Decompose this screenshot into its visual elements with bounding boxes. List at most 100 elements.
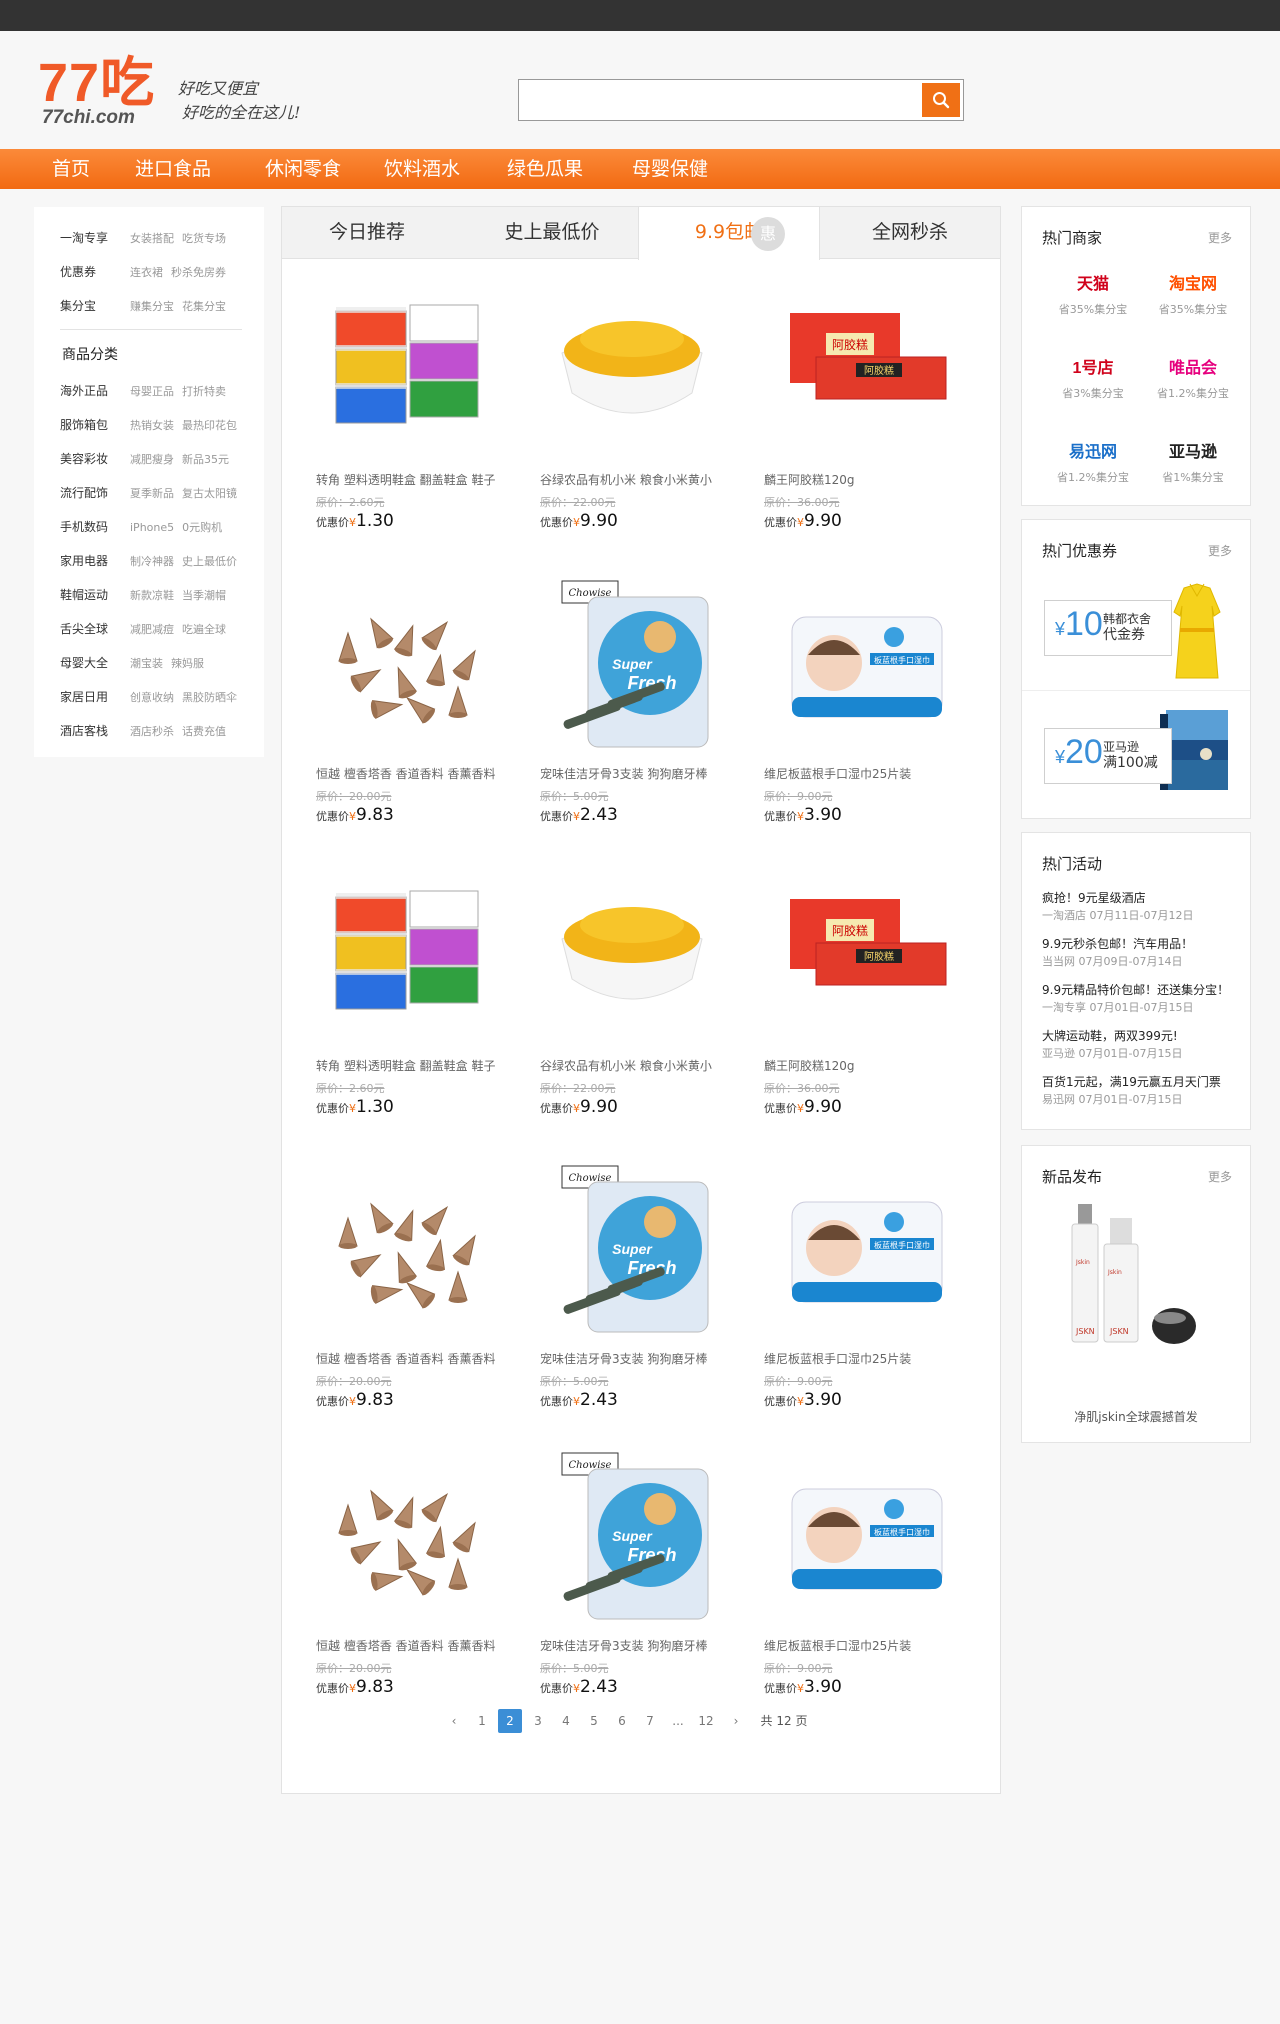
- product-image[interactable]: [532, 283, 732, 463]
- product-card[interactable]: 阿胶糕 阿胶糕 麟王阿胶糕120g 原价：36.00元 优惠价¥9.90: [756, 869, 956, 1149]
- product-image[interactable]: Chowise Super Fresh: [532, 1449, 732, 1629]
- activity-item[interactable]: 9.9元秒杀包邮！汽车用品！ 当当网 07月09日-07月14日: [1042, 935, 1242, 971]
- product-title[interactable]: 转角 塑料透明鞋盒 翻盖鞋盒 鞋子: [316, 471, 506, 488]
- product-title[interactable]: 宠味佳洁牙骨3支装 狗狗磨牙棒: [540, 765, 730, 782]
- site-logo[interactable]: 77吃 77chi.com: [38, 56, 168, 127]
- coupon-item[interactable]: ¥20 亚马逊 满100减: [1022, 696, 1250, 816]
- sidebar-category[interactable]: 鞋帽运动 新款凉鞋 当季潮帽: [60, 586, 234, 606]
- merchant-item[interactable]: 易迅网 省1.2%集分宝: [1048, 437, 1138, 497]
- hot-coupons-more-link[interactable]: 更多: [1208, 542, 1232, 559]
- merchant-item[interactable]: 亚马逊 省1%集分宝: [1148, 437, 1238, 497]
- product-title[interactable]: 宠味佳洁牙骨3支装 狗狗磨牙棒: [540, 1350, 730, 1367]
- product-card[interactable]: 谷绿农品有机小米 粮食小米黄小 原价：22.00元 优惠价¥9.90: [532, 283, 732, 563]
- activity-item[interactable]: 疯抢！9元星级酒店 一淘酒店 07月11日-07月12日: [1042, 889, 1242, 925]
- product-card[interactable]: 板蓝根手口湿巾 维尼板蓝根手口湿巾25片装 原价：9.00元 优惠价¥3.90: [756, 577, 956, 857]
- product-image[interactable]: Chowise Super Fresh: [532, 1162, 732, 1342]
- merchant-item[interactable]: 1号店 省3%集分宝: [1048, 353, 1138, 413]
- product-image[interactable]: [532, 869, 732, 1049]
- product-image[interactable]: 板蓝根手口湿巾: [756, 1449, 956, 1629]
- search-button[interactable]: [922, 83, 960, 117]
- product-card[interactable]: 恒越 檀香塔香 香道香料 香薰香料 原价：20.00元 优惠价¥9.83: [308, 1449, 508, 1729]
- product-card[interactable]: 转角 塑料透明鞋盒 翻盖鞋盒 鞋子 原价：2.60元 优惠价¥1.30: [308, 869, 508, 1149]
- nav-item-baby[interactable]: 母婴保健: [632, 149, 708, 189]
- product-image[interactable]: [308, 577, 508, 757]
- nav-item-fruits[interactable]: 绿色瓜果: [507, 149, 583, 189]
- product-title[interactable]: 恒越 檀香塔香 香道香料 香薰香料: [316, 765, 506, 782]
- product-card[interactable]: 恒越 檀香塔香 香道香料 香薰香料 原价：20.00元 优惠价¥9.83: [308, 1162, 508, 1442]
- product-card[interactable]: 恒越 檀香塔香 香道香料 香薰香料 原价：20.00元 优惠价¥9.83: [308, 577, 508, 857]
- product-card[interactable]: 转角 塑料透明鞋盒 翻盖鞋盒 鞋子 原价：2.60元 优惠价¥1.30: [308, 283, 508, 563]
- hot-merchants-more-link[interactable]: 更多: [1208, 229, 1232, 246]
- skincare-bottles-image[interactable]: Jskin Jskin JSKN JSKN: [1066, 1204, 1206, 1354]
- product-card[interactable]: Chowise Super Fresh 宠味佳洁牙骨3支装 狗狗磨牙棒 原价：5…: [532, 1449, 732, 1729]
- page-link[interactable]: 5: [582, 1709, 606, 1733]
- product-card[interactable]: 板蓝根手口湿巾 维尼板蓝根手口湿巾25片装 原价：9.00元 优惠价¥3.90: [756, 1449, 956, 1729]
- page-link[interactable]: 4: [554, 1709, 578, 1733]
- sidebar-category[interactable]: 家居日用 创意收纳 黑胶防晒伞: [60, 688, 245, 708]
- new-product-caption[interactable]: 净肌jskin全球震撼首发: [1022, 1408, 1250, 1425]
- merchant-item[interactable]: 天猫 省35%集分宝: [1048, 269, 1138, 329]
- search-input[interactable]: [525, 86, 905, 114]
- sidebar-category[interactable]: 母婴大全 潮宝装 辣妈服: [60, 654, 212, 674]
- product-title[interactable]: 维尼板蓝根手口湿巾25片装: [764, 1350, 954, 1367]
- coupon-item[interactable]: ¥10 韩都衣舍 代金券: [1022, 570, 1250, 690]
- product-image[interactable]: [308, 1449, 508, 1629]
- nav-item-home[interactable]: 首页: [52, 149, 90, 189]
- product-card[interactable]: Chowise Super Fresh 宠味佳洁牙骨3支装 狗狗磨牙棒 原价：5…: [532, 577, 732, 857]
- tab-flash-sale[interactable]: 全网秒杀: [820, 207, 1000, 259]
- product-card[interactable]: 阿胶糕 阿胶糕 麟王阿胶糕120g 原价：36.00元 优惠价¥9.90: [756, 283, 956, 563]
- product-image[interactable]: 阿胶糕 阿胶糕: [756, 869, 956, 1049]
- sidebar-category[interactable]: 家用电器 制冷神器 史上最低价: [60, 552, 245, 572]
- sidebar-category[interactable]: 手机数码 iPhone5 0元购机: [60, 518, 230, 538]
- nav-item-snacks[interactable]: 休闲零食: [265, 149, 341, 189]
- product-title[interactable]: 维尼板蓝根手口湿巾25片装: [764, 1637, 954, 1654]
- product-image[interactable]: 板蓝根手口湿巾: [756, 577, 956, 757]
- page-link-current[interactable]: 2: [498, 1709, 522, 1733]
- new-products-more-link[interactable]: 更多: [1208, 1168, 1232, 1185]
- product-image[interactable]: [308, 283, 508, 463]
- nav-item-imported[interactable]: 进口食品: [135, 149, 211, 189]
- page-link[interactable]: 1: [470, 1709, 494, 1733]
- product-card[interactable]: 板蓝根手口湿巾 维尼板蓝根手口湿巾25片装 原价：9.00元 优惠价¥3.90: [756, 1162, 956, 1442]
- merchant-item[interactable]: 淘宝网 省35%集分宝: [1148, 269, 1238, 329]
- sidebar-category[interactable]: 海外正品 母婴正品 打折特卖: [60, 382, 234, 402]
- sidebar-category[interactable]: 舌尖全球 减肥减痘 吃遍全球: [60, 620, 234, 640]
- sidebar-top-item[interactable]: 优惠券 连衣裙 秒杀免房券: [60, 263, 234, 283]
- product-card[interactable]: Chowise Super Fresh 宠味佳洁牙骨3支装 狗狗磨牙棒 原价：5…: [532, 1162, 732, 1442]
- tab-lowest[interactable]: 史上最低价: [452, 207, 652, 259]
- product-title[interactable]: 维尼板蓝根手口湿巾25片装: [764, 765, 954, 782]
- product-image[interactable]: [308, 1162, 508, 1342]
- tab-9-9[interactable]: 9.9包邮 惠: [638, 207, 820, 260]
- product-image[interactable]: Chowise Super Fresh: [532, 577, 732, 757]
- product-title[interactable]: 谷绿农品有机小米 粮食小米黄小: [540, 1057, 730, 1074]
- product-image[interactable]: [308, 869, 508, 1049]
- prev-page-button[interactable]: ‹: [442, 1709, 466, 1733]
- page-link[interactable]: 3: [526, 1709, 550, 1733]
- nav-item-drinks[interactable]: 饮料酒水: [384, 149, 460, 189]
- merchant-item[interactable]: 唯品会 省1.2%集分宝: [1148, 353, 1238, 413]
- product-card[interactable]: 谷绿农品有机小米 粮食小米黄小 原价：22.00元 优惠价¥9.90: [532, 869, 732, 1149]
- page-link[interactable]: 7: [638, 1709, 662, 1733]
- activity-item[interactable]: 大牌运动鞋，两双399元! 亚马逊 07月01日-07月15日: [1042, 1027, 1242, 1063]
- tab-today[interactable]: 今日推荐: [282, 207, 452, 259]
- activity-item[interactable]: 9.9元精品特价包邮！还送集分宝！ 一淘专享 07月01日-07月15日: [1042, 981, 1242, 1017]
- product-title[interactable]: 恒越 檀香塔香 香道香料 香薰香料: [316, 1637, 506, 1654]
- product-title[interactable]: 恒越 檀香塔香 香道香料 香薰香料: [316, 1350, 506, 1367]
- sidebar-top-item[interactable]: 一淘专享 女装搭配 吃货专场: [60, 229, 234, 249]
- product-title[interactable]: 谷绿农品有机小米 粮食小米黄小: [540, 471, 730, 488]
- sidebar-top-item[interactable]: 集分宝 赚集分宝 花集分宝: [60, 297, 234, 317]
- page-link[interactable]: 6: [610, 1709, 634, 1733]
- product-title[interactable]: 麟王阿胶糕120g: [764, 1057, 954, 1074]
- sidebar-category[interactable]: 服饰箱包 热销女装 最热印花包: [60, 416, 245, 436]
- next-page-button[interactable]: ›: [724, 1709, 748, 1733]
- sidebar-category[interactable]: 美容彩妆 减肥瘦身 新品35元: [60, 450, 237, 470]
- page-link[interactable]: 12: [694, 1709, 718, 1733]
- sidebar-category[interactable]: 酒店客栈 酒店秒杀 话费充值: [60, 722, 234, 742]
- product-title[interactable]: 麟王阿胶糕120g: [764, 471, 954, 488]
- product-image[interactable]: 板蓝根手口湿巾: [756, 1162, 956, 1342]
- product-image[interactable]: 阿胶糕 阿胶糕: [756, 283, 956, 463]
- product-title[interactable]: 转角 塑料透明鞋盒 翻盖鞋盒 鞋子: [316, 1057, 506, 1074]
- product-title[interactable]: 宠味佳洁牙骨3支装 狗狗磨牙棒: [540, 1637, 730, 1654]
- sidebar-category[interactable]: 流行配饰 夏季新品 复古太阳镜: [60, 484, 245, 504]
- activity-item[interactable]: 百货1元起，满19元赢五月天门票 易迅网 07月01日-07月15日: [1042, 1073, 1242, 1109]
